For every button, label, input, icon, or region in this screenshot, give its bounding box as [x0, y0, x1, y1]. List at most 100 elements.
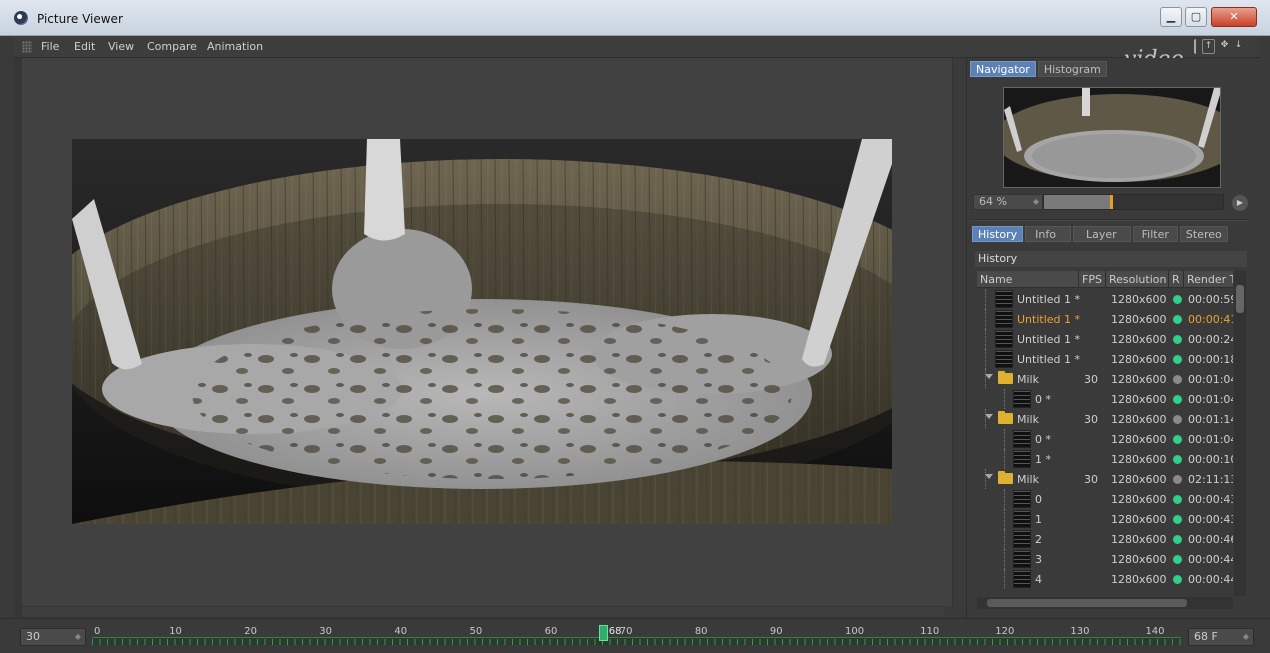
- tree-line: [1004, 509, 1005, 529]
- expand-arrow-icon[interactable]: [985, 414, 993, 419]
- history-row-name: 0 *: [1035, 433, 1051, 446]
- history-row-resolution: 1280x600: [1111, 413, 1167, 426]
- end-frame-spin-icon[interactable]: ◆: [1243, 629, 1249, 645]
- maximize-button[interactable]: ▢: [1185, 7, 1207, 27]
- render-status-icon: [1173, 295, 1182, 304]
- history-table[interactable]: Name FPS Resolution R Render T Untitled …: [977, 271, 1233, 596]
- tab-info[interactable]: Info: [1025, 226, 1071, 242]
- panel-divider[interactable]: [970, 219, 1250, 221]
- history-row[interactable]: Untitled 1 * 1280x600 00:00:24: [977, 329, 1233, 349]
- menu-view[interactable]: View: [108, 40, 134, 53]
- history-row-resolution: 1280x600: [1111, 333, 1167, 346]
- minimize-button[interactable]: ▁: [1160, 7, 1182, 27]
- tab-histogram[interactable]: Histogram: [1037, 61, 1107, 77]
- left-frame: [14, 58, 22, 618]
- menu-file[interactable]: File: [41, 40, 59, 53]
- grip-icon[interactable]: [22, 41, 32, 53]
- history-row-resolution: 1280x600: [1111, 353, 1167, 366]
- col-render-time[interactable]: Render T: [1187, 273, 1233, 286]
- history-row-render-time: 02:11:13: [1188, 473, 1233, 486]
- history-row[interactable]: 3 1280x600 00:00:44: [977, 549, 1233, 569]
- history-row[interactable]: 1 1280x600 00:00:43: [977, 509, 1233, 529]
- tab-stereo[interactable]: Stereo: [1179, 226, 1228, 242]
- menu-edit[interactable]: Edit: [74, 40, 95, 53]
- zoom-slider-knob[interactable]: [1110, 195, 1114, 209]
- tree-line: [985, 369, 986, 389]
- render-status-icon: [1173, 375, 1182, 384]
- viewport-horizontal-scrollbar[interactable]: [22, 606, 944, 616]
- history-row[interactable]: Milk 30 1280x600 00:01:04: [977, 369, 1233, 389]
- history-row[interactable]: 1 * 1280x600 00:00:10: [977, 449, 1233, 469]
- end-frame-value: 68 F: [1194, 630, 1218, 643]
- history-row-resolution: 1280x600: [1111, 553, 1167, 566]
- history-row[interactable]: 0 1280x600 00:00:43: [977, 489, 1233, 509]
- timeline-label: 50: [469, 626, 483, 637]
- tree-line: [1004, 429, 1005, 449]
- expand-arrow-icon[interactable]: [985, 374, 993, 379]
- menu-compare[interactable]: Compare: [147, 40, 197, 53]
- viewport-vertical-scrollbar[interactable]: [952, 58, 962, 606]
- history-row-render-time: 00:00:44: [1188, 553, 1233, 566]
- render-status-icon: [1173, 555, 1182, 564]
- history-row-name: 1 *: [1035, 453, 1051, 466]
- history-row-render-time: 00:01:04: [1188, 393, 1233, 406]
- tab-filter[interactable]: Filter: [1132, 226, 1178, 242]
- timeline-label: 0: [94, 626, 101, 637]
- history-row[interactable]: 4 1280x600 00:00:44: [977, 569, 1233, 589]
- history-hscroll-thumb[interactable]: [987, 599, 1187, 607]
- expand-arrow-icon[interactable]: [985, 474, 993, 479]
- zoom-field[interactable]: 64 % ◆: [973, 194, 1043, 210]
- history-horizontal-scrollbar[interactable]: [977, 597, 1233, 609]
- history-row[interactable]: Untitled 1 * 1280x600 00:00:59: [977, 289, 1233, 309]
- timeline-ruler[interactable]: 0 10 20 30 40 50 60 70 80 90 100 110 120 130 140 68: [92, 625, 1181, 648]
- navigator-thumbnail[interactable]: [1003, 87, 1221, 188]
- history-row-render-time: 00:00:18: [1188, 353, 1233, 366]
- zoom-arrow-icon[interactable]: ▶: [1232, 195, 1248, 211]
- tab-history[interactable]: History: [972, 226, 1024, 242]
- history-row[interactable]: Milk 30 1280x600 02:11:13: [977, 469, 1233, 489]
- col-resolution[interactable]: Resolution: [1109, 273, 1166, 286]
- history-row[interactable]: 0 * 1280x600 00:01:04: [977, 429, 1233, 449]
- history-row[interactable]: Milk 30 1280x600 00:01:14: [977, 409, 1233, 429]
- history-vscroll-thumb[interactable]: [1236, 285, 1244, 313]
- start-frame-spin-icon[interactable]: ◆: [75, 629, 81, 645]
- render-status-icon: [1173, 415, 1182, 424]
- render-status-icon: [1173, 575, 1182, 584]
- zoom-slider[interactable]: [1043, 194, 1224, 210]
- title-bar: Picture Viewer ▁ ▢ ✕: [0, 0, 1270, 36]
- tree-line: [1004, 569, 1005, 589]
- history-row[interactable]: Untitled 1 * 1280x600 00:00:41: [977, 309, 1233, 329]
- render-status-icon: [1173, 315, 1182, 324]
- timeline-label: 110: [920, 626, 940, 637]
- render-thumbnail-icon: [995, 330, 1013, 348]
- tab-layer[interactable]: Layer: [1072, 226, 1131, 242]
- history-vertical-scrollbar[interactable]: [1234, 271, 1246, 596]
- col-fps[interactable]: FPS: [1082, 273, 1102, 286]
- history-row-fps: 30: [1084, 473, 1098, 486]
- col-r[interactable]: R: [1172, 273, 1180, 286]
- close-button[interactable]: ✕: [1211, 7, 1257, 27]
- tree-line: [985, 469, 986, 489]
- history-row-name: 0 *: [1035, 393, 1051, 406]
- render-status-icon: [1173, 515, 1182, 524]
- timeline-label: 130: [1070, 626, 1090, 637]
- col-name[interactable]: Name: [980, 273, 1012, 286]
- timeline-label: 140: [1145, 626, 1165, 637]
- timeline-playhead[interactable]: [598, 625, 608, 641]
- tree-line: [985, 349, 986, 369]
- tree-line: [1004, 529, 1005, 549]
- render-thumbnail-icon: [1013, 450, 1031, 468]
- history-row[interactable]: 2 1280x600 00:00:46: [977, 529, 1233, 549]
- history-row[interactable]: 0 * 1280x600 00:01:04: [977, 389, 1233, 409]
- history-row[interactable]: Untitled 1 * 1280x600 00:00:18: [977, 349, 1233, 369]
- render-thumbnail-icon: [1013, 390, 1031, 408]
- zoom-spin-icon[interactable]: ◆: [1033, 195, 1039, 209]
- end-frame-field[interactable]: 68 F ◆: [1188, 628, 1254, 646]
- menu-animation[interactable]: Animation: [207, 40, 263, 53]
- tab-navigator[interactable]: Navigator: [970, 61, 1036, 77]
- panel-tabs: History Info Layer Filter Stereo: [972, 226, 1228, 242]
- navigator-tabs: Navigator Histogram: [970, 61, 1107, 77]
- start-frame-field[interactable]: 30 ◆: [20, 628, 86, 646]
- history-row-name: 1: [1035, 513, 1042, 526]
- render-status-icon: [1173, 355, 1182, 364]
